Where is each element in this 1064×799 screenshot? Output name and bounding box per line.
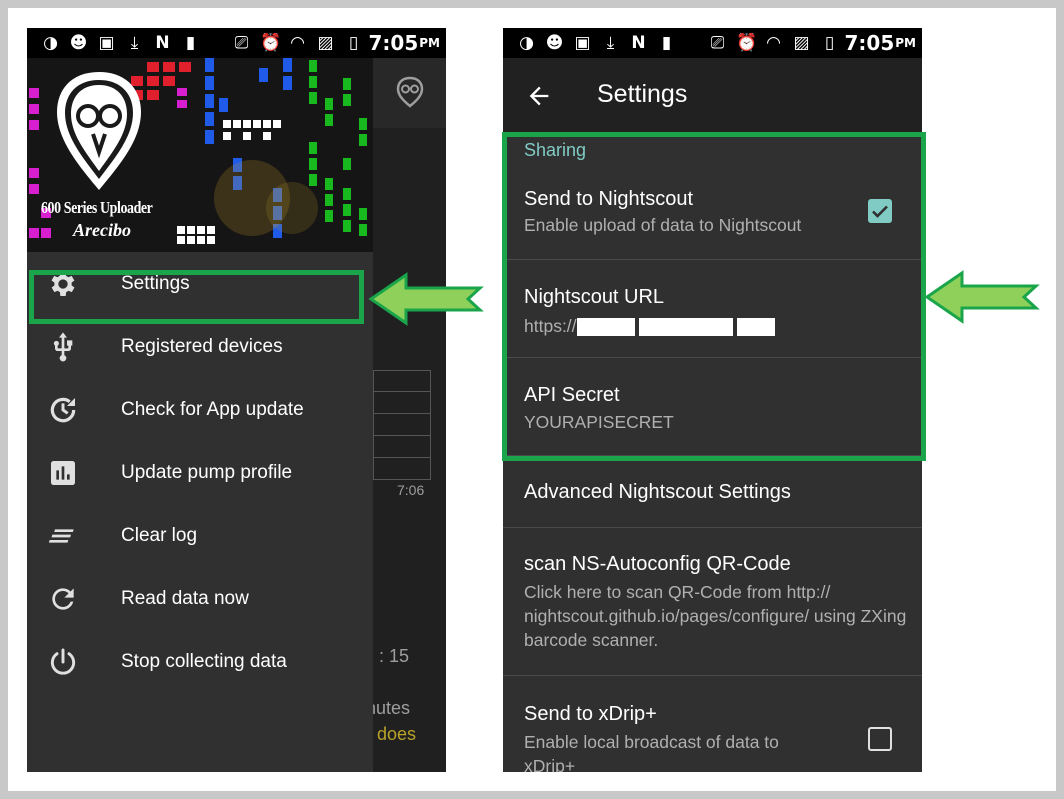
status-ampm: PM [419,36,440,50]
brand-title: 600 Series Uploader [41,198,153,217]
chart-time-label: 7:06 [397,482,425,498]
menu-label: Check for App update [121,398,304,420]
alarm-icon: ⏰ [736,32,758,53]
status-icons: ◑ ☻ ▣ ⤓ N ▮ ⎚ ⏰ ◠ ▨ ▯ [517,32,845,53]
photos-icon: ▣ [98,32,115,53]
pref-title: Advanced Nightscout Settings [524,481,791,503]
menu-label: Clear log [121,524,198,546]
download-icon: ⤓ [130,32,139,53]
pref-title: Send to xDrip+ [524,703,657,725]
status-time: 7:05 [368,31,419,55]
drawer-header: 600 Series Uploader Arecibo [27,58,373,252]
menu-label: Registered devices [121,335,283,357]
brand-subtitle: Arecibo [73,220,131,240]
update-clock-icon [50,397,76,422]
status-bar: ◑ ☻ ▣ ⤓ N ▮ ⎚ ⏰ ◠ ▨ ▯ 7:05 PM [27,28,446,58]
photos-icon: ▣ [574,32,591,53]
green-arrow-left-icon [368,272,484,326]
status-time: 7:05 [844,31,895,55]
settings-highlight-box [29,270,364,324]
sharing-highlight-box [502,132,926,461]
sd-card-icon: ▮ [661,32,672,53]
green-arrow-left-icon [924,270,1040,324]
wifi-icon: ◠ [290,32,305,53]
owl-app-icon: ☻ [69,32,88,53]
clear-lines-icon [48,528,74,543]
pref-advanced-nightscout[interactable]: Advanced Nightscout Settings [503,456,922,528]
menu-item-registered-devices[interactable]: Registered devices [27,315,373,378]
owl-logo-icon [396,76,424,108]
menu-item-stop-collecting[interactable]: Stop collecting data [27,630,373,693]
status-ampm: PM [895,36,916,50]
settings-toolbar: Settings [503,58,922,132]
page-title: Settings [597,80,688,108]
pref-title: scan NS-Autoconfig QR-Code [524,553,791,575]
refresh-icon [52,587,74,610]
nightscout-n-icon: N [631,32,646,53]
menu-item-check-update[interactable]: Check for App update [27,378,373,441]
cast-icon: ⎚ [234,32,249,53]
menu-item-update-pump-profile[interactable]: Update pump profile [27,441,373,504]
power-icon [50,648,76,675]
pref-send-to-xdrip[interactable]: Send to xDrip+ Enable local broadcast of… [503,676,922,772]
battery-icon: ▯ [348,32,359,53]
pref-scan-qr-code[interactable]: scan NS-Autoconfig QR-Code Click here to… [503,528,922,676]
menu-label: Read data now [121,587,249,609]
wifi-icon: ◠ [766,32,781,53]
battery-icon: ▯ [824,32,835,53]
alarm-icon: ⏰ [260,32,282,53]
background-text: : 15 [379,646,410,666]
status-bar: ◑ ☻ ▣ ⤓ N ▮ ⎚ ⏰ ◠ ▨ ▯ 7:05 PM [503,28,922,58]
signal-icon: ▨ [793,32,810,53]
xdrip-checkbox[interactable] [868,727,892,751]
navigation-drawer: 600 Series Uploader Arecibo Settings Reg… [27,58,373,772]
menu-item-read-data-now[interactable]: Read data now [27,567,373,630]
data-saver-icon: ◑ [43,32,58,53]
menu-label: Update pump profile [121,461,293,483]
pref-summary: Click here to scan QR-Code from http:// … [524,582,907,650]
status-icons: ◑ ☻ ▣ ⤓ N ▮ ⎚ ⏰ ◠ ▨ ▯ [41,32,369,53]
back-arrow-icon[interactable] [525,82,553,110]
menu-item-clear-log[interactable]: Clear log [27,504,373,567]
pref-summary: Enable local broadcast of data to xDrip+ [524,732,779,772]
data-saver-icon: ◑ [519,32,534,53]
nightscout-n-icon: N [155,32,170,53]
menu-label: Stop collecting data [121,650,287,672]
left-phone-screen: ◑ ☻ ▣ ⤓ N ▮ ⎚ ⏰ ◠ ▨ ▯ 7:05 PM 7:06: 15 … [27,28,446,772]
usb-icon [53,331,73,361]
sd-card-icon: ▮ [185,32,196,53]
cast-icon: ⎚ [710,32,725,53]
signal-icon: ▨ [317,32,334,53]
bar-chart-icon [51,460,75,485]
background-chart [373,370,431,480]
download-icon: ⤓ [606,32,615,53]
owl-app-icon: ☻ [545,32,564,53]
